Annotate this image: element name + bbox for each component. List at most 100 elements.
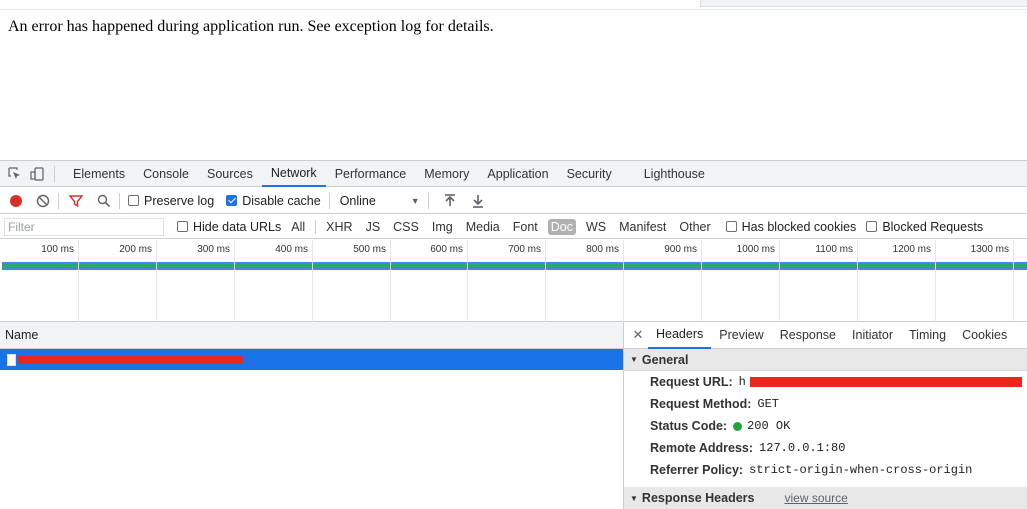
tab-network[interactable]: Network xyxy=(261,161,326,187)
blocked-requests-box[interactable] xyxy=(866,221,878,232)
hide-data-urls-box[interactable] xyxy=(177,221,188,232)
response-headers-section-header[interactable]: ▼ Response Headers view source xyxy=(624,487,1027,509)
preserve-log-checkbox[interactable]: Preserve log xyxy=(128,194,214,208)
type-filter-other[interactable]: Other xyxy=(676,219,713,235)
filter-input[interactable]: Filter xyxy=(4,217,164,236)
request-row[interactable] xyxy=(0,349,623,370)
timeline-gridline xyxy=(935,240,936,322)
timeline-tick-label: 1200 ms xyxy=(892,244,931,255)
type-filter-js[interactable]: JS xyxy=(363,219,384,235)
toolbar-separator xyxy=(427,192,429,209)
top-edge xyxy=(0,0,1027,10)
export-har-icon[interactable] xyxy=(471,194,485,208)
timeline-tick-label: 1300 ms xyxy=(970,244,1009,255)
name-column-header[interactable]: Name xyxy=(0,322,623,349)
status-code-value: 200 OK xyxy=(747,419,791,433)
tab-security[interactable]: Security xyxy=(558,161,621,187)
remote-address-row: Remote Address: 127.0.0.1:80 xyxy=(624,437,1027,459)
type-filter-css[interactable]: CSS xyxy=(390,219,422,235)
document-icon xyxy=(7,353,16,366)
timeline-tick-label: 800 ms xyxy=(586,244,619,255)
referrer-policy-label: Referrer Policy: xyxy=(650,463,744,477)
type-filter-xhr[interactable]: XHR xyxy=(323,219,355,235)
remote-address-label: Remote Address: xyxy=(650,441,754,455)
response-headers-title: Response Headers xyxy=(641,491,755,505)
inspect-element-icon[interactable] xyxy=(8,166,22,181)
disable-cache-label: Disable cache xyxy=(242,193,321,208)
status-code-label: Status Code: xyxy=(650,419,728,433)
filter-icon[interactable] xyxy=(69,194,83,208)
has-blocked-cookies-box[interactable] xyxy=(725,221,737,232)
request-method-label: Request Method: xyxy=(650,397,752,411)
throttling-select[interactable]: Online ▼ xyxy=(340,194,420,208)
timeline-tick-label: 300 ms xyxy=(197,244,230,255)
remote-address-value: 127.0.0.1:80 xyxy=(759,441,846,455)
tab-preview[interactable]: Preview xyxy=(711,322,771,349)
tab-initiator[interactable]: Initiator xyxy=(844,322,901,349)
status-ok-icon xyxy=(733,421,743,431)
blocked-requests-checkbox[interactable]: Blocked Requests xyxy=(866,220,983,234)
timeline-tick-label: 500 ms xyxy=(353,244,386,255)
request-method-value: GET xyxy=(757,397,779,411)
status-code-row: Status Code: 200 OK xyxy=(624,415,1027,437)
timeline-gridline xyxy=(545,240,546,322)
tab-response[interactable]: Response xyxy=(772,322,844,349)
close-icon[interactable]: ✕ xyxy=(628,327,648,343)
detail-tabbar: ✕ Headers Preview Response Initiator Tim… xyxy=(624,322,1027,349)
tab-sources[interactable]: Sources xyxy=(198,161,262,187)
search-icon[interactable] xyxy=(97,194,111,208)
timeline-tick-label: 400 ms xyxy=(275,244,308,255)
devtools-panel: Elements Console Sources Network Perform… xyxy=(0,160,1027,509)
type-filter-doc[interactable]: Doc xyxy=(547,218,576,235)
hide-data-urls-label: Hide data URLs xyxy=(193,219,282,234)
redacted-request-name xyxy=(18,355,243,364)
requests-pane: Name xyxy=(0,322,624,509)
tab-application[interactable]: Application xyxy=(478,161,557,187)
toolbar-separator xyxy=(58,192,59,209)
tab-console[interactable]: Console xyxy=(134,161,198,187)
timeline-overview[interactable]: 100 ms 200 ms 300 ms 400 ms 500 ms 600 ms 700 … xyxy=(0,240,1027,322)
type-filter-media[interactable]: Media xyxy=(463,219,503,235)
timeline-gridline xyxy=(779,240,780,322)
view-source-link[interactable]: view source xyxy=(784,491,847,505)
tab-performance[interactable]: Performance xyxy=(326,161,416,187)
tab-memory[interactable]: Memory xyxy=(415,161,478,187)
tab-cookies[interactable]: Cookies xyxy=(954,322,1015,349)
tab-headers[interactable]: Headers xyxy=(648,322,712,349)
disable-cache-box[interactable] xyxy=(226,195,238,206)
has-blocked-cookies-checkbox[interactable]: Has blocked cookies xyxy=(725,220,856,234)
top-tab-edge xyxy=(700,0,1027,7)
preserve-log-box[interactable] xyxy=(128,195,139,206)
throttling-value: Online xyxy=(339,193,376,208)
preserve-log-label: Preserve log xyxy=(144,193,215,208)
timeline-gridline xyxy=(390,240,391,322)
type-filter-manifest[interactable]: Manifest xyxy=(616,219,669,235)
record-button[interactable] xyxy=(10,194,22,207)
hide-data-urls-checkbox[interactable]: Hide data URLs xyxy=(177,220,281,234)
type-filter-all[interactable]: All xyxy=(288,219,308,235)
timeline-gridline xyxy=(78,240,79,322)
type-filter-ws[interactable]: WS xyxy=(583,219,609,235)
type-filter-img[interactable]: Img xyxy=(429,219,456,235)
tab-timing[interactable]: Timing xyxy=(901,322,954,349)
tab-lighthouse[interactable]: Lighthouse xyxy=(635,161,714,187)
timeline-gridline xyxy=(234,240,235,322)
timeline-tick-label: 100 ms xyxy=(41,244,74,255)
filter-separator xyxy=(315,219,317,234)
clear-icon[interactable] xyxy=(36,194,50,208)
referrer-policy-value: strict-origin-when-cross-origin xyxy=(749,463,973,477)
request-url-row: Request URL: h xyxy=(624,371,1027,393)
timeline-gridline xyxy=(623,240,624,322)
tabbar-separator xyxy=(54,165,55,182)
general-title: General xyxy=(641,352,689,367)
page-content: An error has happened during application… xyxy=(0,0,1027,160)
import-har-icon[interactable] xyxy=(443,193,457,208)
triangle-down-icon: ▼ xyxy=(630,355,638,364)
tab-elements[interactable]: Elements xyxy=(64,161,134,187)
disable-cache-checkbox[interactable]: Disable cache xyxy=(226,194,321,208)
general-section-header[interactable]: ▼ General xyxy=(624,349,1027,371)
network-toolbar: Preserve log Disable cache Online ▼ xyxy=(0,188,1027,214)
request-url-value: h xyxy=(738,375,746,389)
type-filter-font[interactable]: Font xyxy=(510,219,541,235)
device-toolbar-icon[interactable] xyxy=(30,166,44,181)
